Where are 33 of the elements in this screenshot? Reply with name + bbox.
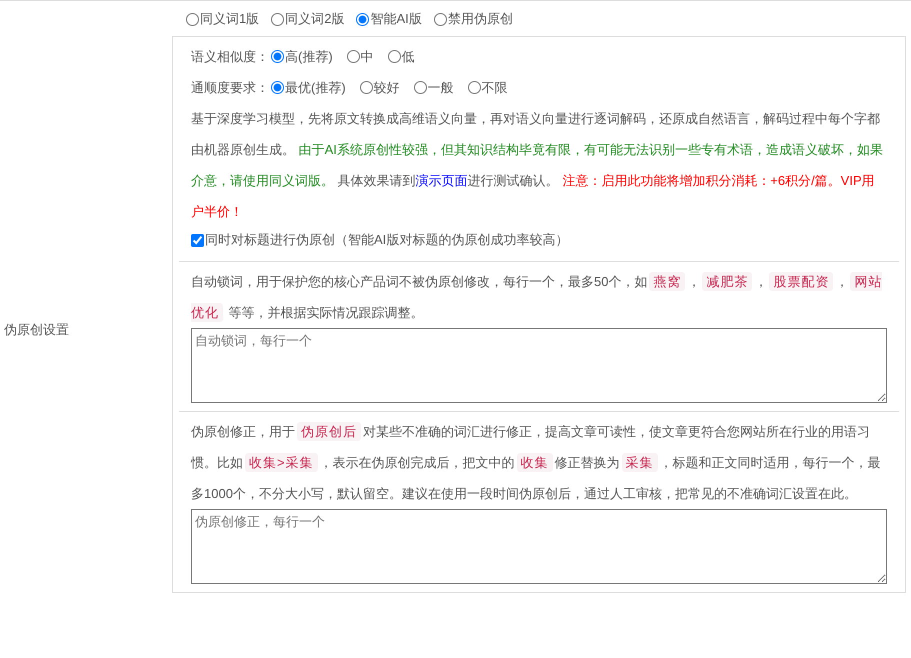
radio-button[interactable] xyxy=(468,81,481,94)
radio-label[interactable]: 智能AI版 xyxy=(370,10,422,28)
radio-label[interactable]: 低 xyxy=(402,48,415,66)
radio-label[interactable]: 最优(推荐) xyxy=(285,78,346,96)
radio-label[interactable]: 较好 xyxy=(374,78,400,96)
radio-button[interactable] xyxy=(360,81,373,94)
radio-button[interactable] xyxy=(271,12,284,26)
radio-button[interactable] xyxy=(434,12,447,26)
option-label: 语义相似度： xyxy=(191,48,269,66)
radio-label[interactable]: 不限 xyxy=(482,78,508,96)
option-label: 通顺度要求： xyxy=(191,78,269,96)
demo-link[interactable]: 演示页面 xyxy=(416,173,468,188)
radio-button[interactable] xyxy=(388,50,401,63)
radio-label[interactable]: 同义词1版 xyxy=(200,10,260,28)
checkbox-label[interactable]: 同时对标题进行伪原创（智能AI版对标题的伪原创成功率较高） xyxy=(205,231,568,249)
radio-button[interactable] xyxy=(186,12,199,26)
radio-button[interactable] xyxy=(271,50,284,63)
corrections-field[interactable]: 伪原创修正，每行一个 xyxy=(191,509,887,584)
description-text: 伪原创修正，用于 伪原创后 对某些不准确的词汇进行修正，提高文章可读性，使文章更符合您网站所在行业的用语习惯。比如 收集>采集 ，表示在伪原创完成后，把文中的 收集 修正替换为 采集 ，标题和正文同时适用，每行一个，最多1000个，不分大小写，默认留空。建议在使用一段时间伪原创后，通过人工审核，把常见的不准确词汇设置在此。 xyxy=(191,421,882,503)
radio-button[interactable] xyxy=(346,50,360,63)
radio-label[interactable]: 中 xyxy=(360,48,374,66)
radio-button[interactable] xyxy=(271,81,284,94)
setting-label: 伪原创设置 xyxy=(4,320,69,338)
radio-label[interactable]: 高(推荐) xyxy=(285,48,333,66)
description-text: 基于深度学习模型，先将原文转换成高维语义向量，再对语义向量进行逐词解码，还原成自然语言，解码过程中每个字都由机器原创生成。 由于AI系统原创性较强，但其知识结构毕竟有限，有可能无法识别一些专有术语，造成语义破坏，如果介意，请使用同义词版。 具体效果请到演示页面进行测试确认。 注意：启用此功能将增加积分消耗：+6积分/篇。VIP用户半价！ xyxy=(191,110,884,221)
description-text: 自动锁词，用于保护您的核心产品词不被伪原创修改，每行一个，最多50个，如 燕窝 ， 减肥茶 ， 股票配资 ， 网站优化 等等，并根据实际情况跟踪调整。 xyxy=(191,271,884,324)
radio-label[interactable]: 禁用伪原创 xyxy=(448,10,513,28)
radio-button[interactable] xyxy=(356,12,370,26)
lock-words-field[interactable]: 自动锁词，每行一个 xyxy=(191,328,887,403)
checkbox[interactable] xyxy=(191,234,204,246)
radio-label[interactable]: 同义词2版 xyxy=(285,10,344,28)
radio-label[interactable]: 一般 xyxy=(428,78,454,96)
radio-button[interactable] xyxy=(414,81,427,94)
